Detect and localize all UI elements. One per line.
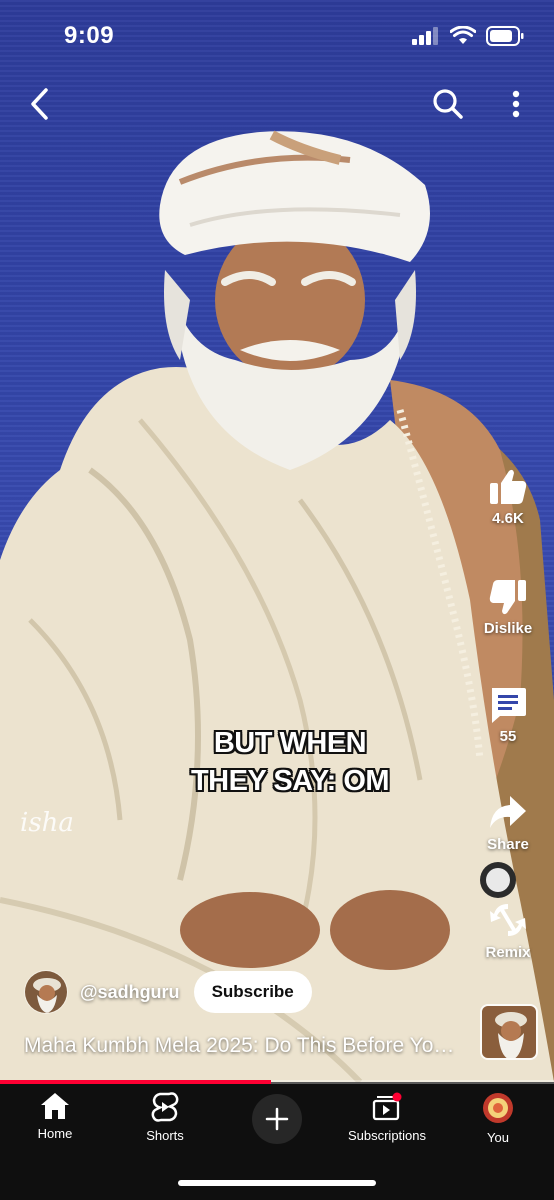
nav-you-label: You <box>487 1130 509 1145</box>
share-icon <box>490 796 526 828</box>
thumbs-down-icon <box>489 580 526 615</box>
video-caption: BUT WHEN THEY SAY: OM <box>140 724 440 800</box>
nav-subscriptions-label: Subscriptions <box>347 1128 427 1143</box>
isha-watermark: isha <box>20 808 74 838</box>
create-button[interactable] <box>252 1094 302 1144</box>
like-count: 4.6K <box>492 510 524 527</box>
profile-avatar-icon <box>483 1093 513 1123</box>
search-icon <box>433 89 463 119</box>
related-video-thumbnail[interactable] <box>480 1004 538 1060</box>
channel-avatar[interactable] <box>24 970 68 1014</box>
home-icon <box>41 1093 69 1119</box>
search-button[interactable] <box>428 84 468 124</box>
more-vertical-icon <box>512 90 520 118</box>
avatar-image <box>25 971 67 1013</box>
remix-button[interactable]: Remix <box>478 900 538 961</box>
nav-shorts-label: Shorts <box>146 1128 184 1143</box>
channel-row: @sadhguru Subscribe <box>24 970 312 1014</box>
home-indicator <box>178 1180 376 1186</box>
comments-count: 55 <box>499 728 517 745</box>
more-options-button[interactable] <box>496 84 536 124</box>
like-button[interactable]: 4.6K <box>478 468 538 527</box>
dislike-button[interactable]: Dislike <box>478 578 538 637</box>
nav-you[interactable]: You <box>448 1092 548 1145</box>
notification-dot <box>392 1092 402 1102</box>
subscribe-button[interactable]: Subscribe <box>193 971 312 1013</box>
status-time: 9:09 <box>64 22 115 49</box>
share-label: Share <box>487 836 529 853</box>
thumbs-up-icon <box>490 469 527 504</box>
wifi-icon <box>450 26 476 44</box>
video-frame-figure <box>0 130 554 1082</box>
nav-home[interactable]: Home <box>5 1092 105 1141</box>
battery-icon <box>486 26 524 46</box>
nav-subscriptions[interactable]: Subscriptions <box>337 1092 437 1143</box>
channel-handle[interactable]: @sadhguru <box>80 982 180 1003</box>
comments-button[interactable]: 55 <box>478 686 538 745</box>
cellular-signal-icon <box>412 27 438 45</box>
comment-icon <box>492 688 526 723</box>
plus-icon <box>265 1107 289 1131</box>
nav-shorts[interactable]: Shorts <box>115 1092 215 1143</box>
caption-line-1: BUT WHEN <box>213 727 367 759</box>
chevron-left-icon <box>31 88 48 120</box>
remix-label: Remix <box>485 944 531 961</box>
status-icons <box>412 26 524 46</box>
video-player[interactable] <box>0 0 554 1082</box>
remix-icon <box>490 904 526 936</box>
share-button[interactable]: Share <box>478 794 538 853</box>
shorts-icon <box>151 1092 179 1122</box>
caption-line-2: THEY SAY: OM <box>190 765 390 797</box>
nav-home-label: Home <box>37 1126 73 1141</box>
thumbnail-image <box>482 1006 536 1058</box>
back-button[interactable] <box>20 84 60 124</box>
subscriptions-icon <box>372 1092 402 1121</box>
dislike-label: Dislike <box>483 620 533 637</box>
video-title[interactable]: Maha Kumbh Mela 2025: Do This Before You… <box>24 1034 464 1058</box>
